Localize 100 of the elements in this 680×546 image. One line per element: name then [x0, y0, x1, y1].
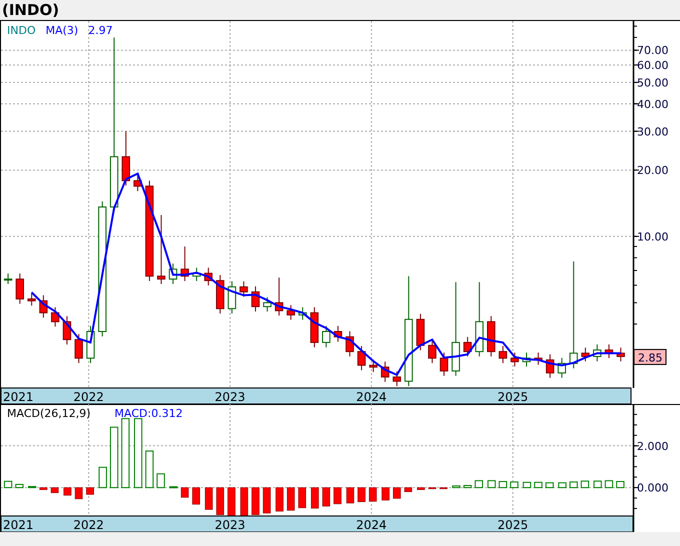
axis-label: 20.00 [637, 164, 668, 178]
histogram-bar [334, 487, 342, 504]
candlestick [134, 174, 142, 192]
candlestick [86, 325, 95, 364]
histogram-bar [228, 487, 236, 516]
indicator-label: MACD(26,12,9) [7, 407, 91, 420]
candlestick [310, 306, 319, 348]
candlestick [522, 352, 531, 368]
histogram-bar [616, 481, 624, 488]
histogram-bar [368, 487, 377, 502]
last-price-label: 2.85 [634, 348, 666, 365]
histogram-bar [428, 487, 436, 490]
candlestick [240, 280, 248, 298]
histogram-bar [569, 481, 578, 488]
candlestick [546, 354, 554, 378]
candlestick [4, 273, 12, 284]
candlestick [51, 306, 60, 328]
histogram-bar [404, 487, 412, 492]
histogram-bar [121, 418, 130, 488]
histogram-bar [558, 482, 566, 488]
histogram-bar [192, 487, 200, 505]
candlestick [74, 334, 83, 364]
candlestick [168, 263, 178, 284]
histogram-bar [498, 481, 508, 488]
axis-label: 10.00 [637, 230, 668, 244]
indicator-label: MA(3) [46, 24, 78, 37]
year-label: 2024 [356, 518, 387, 532]
histogram-bar [276, 487, 284, 512]
candlestick [204, 267, 213, 286]
candlestick [346, 330, 354, 357]
candlestick [192, 267, 201, 282]
histogram-bar [474, 480, 484, 488]
candlestick [369, 359, 378, 373]
histogram-bar [240, 487, 248, 516]
year-label: 2025 [498, 518, 528, 532]
candlestick [216, 274, 224, 314]
histogram-bar [252, 487, 260, 515]
histogram-bar [204, 487, 213, 510]
histogram-bar [594, 480, 602, 488]
year-label: 2022 [73, 390, 104, 404]
histogram-bar [346, 487, 354, 504]
year-label: 2021 [3, 390, 34, 404]
indicator-value: MACD:0.312 [114, 407, 183, 420]
candlestick [322, 325, 330, 348]
histogram-bar [169, 486, 178, 488]
histogram-bar [487, 480, 496, 488]
histogram-bar [4, 480, 12, 488]
axis-label: 2.000 [637, 440, 668, 453]
candlestick [428, 339, 436, 364]
histogram-bar [382, 487, 390, 500]
chart-title: (INDO) [2, 1, 60, 19]
histogram-bar [98, 466, 107, 488]
candlestick [487, 316, 496, 357]
candlestick [604, 344, 614, 359]
candlestick [251, 286, 260, 312]
axis-label: 30.00 [637, 125, 668, 138]
histogram-bar [40, 487, 48, 490]
histogram-bar [110, 426, 118, 488]
histogram-bar [286, 487, 295, 511]
histogram-bar [180, 487, 189, 498]
candlestick [357, 346, 366, 371]
axis-label: 50.00 [637, 76, 668, 90]
histogram-bar [510, 481, 518, 488]
candlestick [616, 347, 625, 362]
histogram-bar [463, 485, 472, 488]
histogram-bar [545, 482, 554, 488]
histogram-bar [50, 487, 59, 494]
indicator-value: 2.97 [88, 24, 113, 37]
year-label: 2023 [214, 518, 246, 532]
histogram-bar [440, 487, 448, 490]
candlestick [62, 316, 72, 345]
candlestick [286, 304, 295, 320]
histogram-bar [580, 480, 590, 488]
candlestick [581, 347, 590, 362]
histogram-bar [392, 487, 401, 499]
candlestick [380, 361, 390, 382]
year-label: 2024 [356, 390, 387, 404]
candlestick [298, 306, 307, 320]
histogram-bar [534, 482, 542, 488]
ticker-label: INDO [7, 24, 36, 37]
candlestick [534, 352, 542, 366]
candlestick [558, 357, 566, 378]
candlestick [27, 292, 36, 306]
histogram-bar [452, 485, 460, 488]
candlestick [16, 273, 24, 304]
histogram-bar [156, 473, 165, 488]
year-label: 2023 [214, 390, 246, 404]
candlestick [416, 313, 425, 351]
histogram-bar [145, 450, 154, 488]
candlestick [498, 346, 508, 364]
histogram-bar [86, 487, 94, 495]
histogram-bar [216, 487, 224, 515]
histogram-bar [417, 487, 425, 490]
histogram-bar [28, 486, 36, 488]
histogram-bar [134, 418, 142, 488]
axis-label: 40.00 [637, 98, 668, 111]
histogram-bar [64, 487, 72, 496]
histogram-bar [298, 487, 306, 508]
candlestick [593, 344, 602, 362]
axis-label: 70.00 [637, 44, 668, 58]
